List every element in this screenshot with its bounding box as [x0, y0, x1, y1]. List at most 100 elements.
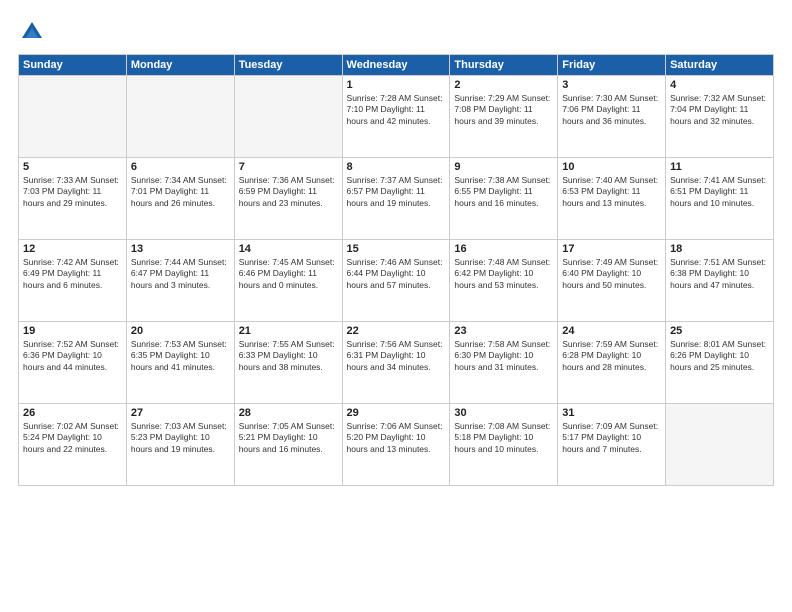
calendar-cell: 8 Sunrise: 7:37 AM Sunset: 6:57 PM Daylig… [342, 158, 450, 240]
day-number: 2 [454, 79, 553, 91]
calendar-cell: 13Sunrise: 7:44 AM Sunset: 6:47 PM Dayli… [126, 240, 234, 322]
calendar-cell: 26Sunrise: 7:02 AM Sunset: 5:24 PM Dayli… [19, 404, 127, 486]
day-number: 21 [239, 325, 338, 337]
day-info: Sunrise: 7:38 AM Sunset: 6:55 PM Dayligh… [454, 175, 553, 209]
calendar-cell: 1 Sunrise: 7:28 AM Sunset: 7:10 PM Daylig… [342, 76, 450, 158]
day-header-friday: Friday [558, 55, 666, 76]
day-number: 3 [562, 79, 661, 91]
calendar-header-row: SundayMondayTuesdayWednesdayThursdayFrid… [19, 55, 774, 76]
calendar-cell: 10 Sunrise: 7:40 AM Sunset: 6:53 PM Dayli… [558, 158, 666, 240]
day-number: 10 [562, 161, 661, 173]
day-header-sunday: Sunday [19, 55, 127, 76]
calendar-cell: 9 Sunrise: 7:38 AM Sunset: 6:55 PM Daylig… [450, 158, 558, 240]
day-info: Sunrise: 7:36 AM Sunset: 6:59 PM Dayligh… [239, 175, 338, 209]
day-number: 23 [454, 325, 553, 337]
day-info: Sunrise: 7:40 AM Sunset: 6:53 PM Dayligh… [562, 175, 661, 209]
day-number: 29 [347, 407, 446, 419]
calendar-cell [234, 76, 342, 158]
day-number: 7 [239, 161, 338, 173]
day-number: 6 [131, 161, 230, 173]
day-number: 19 [23, 325, 122, 337]
day-number: 27 [131, 407, 230, 419]
day-number: 24 [562, 325, 661, 337]
day-header-monday: Monday [126, 55, 234, 76]
day-number: 14 [239, 243, 338, 255]
calendar-cell [19, 76, 127, 158]
day-number: 1 [347, 79, 446, 91]
day-info: Sunrise: 7:06 AM Sunset: 5:20 PM Dayligh… [347, 421, 446, 455]
calendar-cell: 20 Sunrise: 7:53 AM Sunset: 6:35 PM Dayli… [126, 322, 234, 404]
day-header-saturday: Saturday [666, 55, 774, 76]
calendar-cell: 17 Sunrise: 7:49 AM Sunset: 6:40 PM Dayli… [558, 240, 666, 322]
calendar-cell [666, 404, 774, 486]
calendar-cell: 18 Sunrise: 7:51 AM Sunset: 6:38 PM Dayli… [666, 240, 774, 322]
calendar-cell: 15 Sunrise: 7:46 AM Sunset: 6:44 PM Dayli… [342, 240, 450, 322]
calendar-cell: 24 Sunrise: 7:59 AM Sunset: 6:28 PM Dayli… [558, 322, 666, 404]
day-number: 17 [562, 243, 661, 255]
day-header-wednesday: Wednesday [342, 55, 450, 76]
day-header-thursday: Thursday [450, 55, 558, 76]
calendar-cell: 29 Sunrise: 7:06 AM Sunset: 5:20 PM Dayli… [342, 404, 450, 486]
day-info: Sunrise: 7:09 AM Sunset: 5:17 PM Dayligh… [562, 421, 661, 455]
week-row-3: 12 Sunrise: 7:42 AM Sunset: 6:49 PM Dayli… [19, 240, 774, 322]
day-info: Sunrise: 7:53 AM Sunset: 6:35 PM Dayligh… [131, 339, 230, 373]
day-info: Sunrise: 8:01 AM Sunset: 6:26 PM Dayligh… [670, 339, 769, 373]
day-info: Sunrise: 7:46 AM Sunset: 6:44 PM Dayligh… [347, 257, 446, 291]
logo [18, 18, 50, 46]
calendar-cell: 2 Sunrise: 7:29 AM Sunset: 7:08 PM Daylig… [450, 76, 558, 158]
calendar-cell: 23 Sunrise: 7:58 AM Sunset: 6:30 PM Dayli… [450, 322, 558, 404]
calendar-cell: 7 Sunrise: 7:36 AM Sunset: 6:59 PM Daylig… [234, 158, 342, 240]
calendar-cell: 27Sunrise: 7:03 AM Sunset: 5:23 PM Dayli… [126, 404, 234, 486]
calendar-cell: 22 Sunrise: 7:56 AM Sunset: 6:31 PM Dayli… [342, 322, 450, 404]
day-header-tuesday: Tuesday [234, 55, 342, 76]
day-number: 22 [347, 325, 446, 337]
calendar-cell: 12 Sunrise: 7:42 AM Sunset: 6:49 PM Dayli… [19, 240, 127, 322]
day-info: Sunrise: 7:42 AM Sunset: 6:49 PM Dayligh… [23, 257, 122, 291]
day-info: Sunrise: 7:30 AM Sunset: 7:06 PM Dayligh… [562, 93, 661, 127]
day-info: Sunrise: 7:58 AM Sunset: 6:30 PM Dayligh… [454, 339, 553, 373]
week-row-1: 1 Sunrise: 7:28 AM Sunset: 7:10 PM Daylig… [19, 76, 774, 158]
day-number: 28 [239, 407, 338, 419]
day-info: Sunrise: 7:32 AM Sunset: 7:04 PM Dayligh… [670, 93, 769, 127]
day-info: Sunrise: 7:08 AM Sunset: 5:18 PM Dayligh… [454, 421, 553, 455]
day-number: 9 [454, 161, 553, 173]
calendar-cell: 3 Sunrise: 7:30 AM Sunset: 7:06 PM Daylig… [558, 76, 666, 158]
day-number: 13 [131, 243, 230, 255]
day-info: Sunrise: 7:05 AM Sunset: 5:21 PM Dayligh… [239, 421, 338, 455]
day-info: Sunrise: 7:59 AM Sunset: 6:28 PM Dayligh… [562, 339, 661, 373]
day-number: 15 [347, 243, 446, 255]
day-number: 26 [23, 407, 122, 419]
day-info: Sunrise: 7:33 AM Sunset: 7:03 PM Dayligh… [23, 175, 122, 209]
day-info: Sunrise: 7:55 AM Sunset: 6:33 PM Dayligh… [239, 339, 338, 373]
calendar-cell: 11Sunrise: 7:41 AM Sunset: 6:51 PM Dayli… [666, 158, 774, 240]
day-info: Sunrise: 7:45 AM Sunset: 6:46 PM Dayligh… [239, 257, 338, 291]
day-number: 18 [670, 243, 769, 255]
calendar-cell: 5Sunrise: 7:33 AM Sunset: 7:03 PM Daylig… [19, 158, 127, 240]
week-row-5: 26Sunrise: 7:02 AM Sunset: 5:24 PM Dayli… [19, 404, 774, 486]
calendar: SundayMondayTuesdayWednesdayThursdayFrid… [18, 54, 774, 486]
calendar-cell: 28 Sunrise: 7:05 AM Sunset: 5:21 PM Dayli… [234, 404, 342, 486]
day-info: Sunrise: 7:41 AM Sunset: 6:51 PM Dayligh… [670, 175, 769, 209]
day-number: 16 [454, 243, 553, 255]
calendar-cell [126, 76, 234, 158]
calendar-cell: 4 Sunrise: 7:32 AM Sunset: 7:04 PM Daylig… [666, 76, 774, 158]
day-info: Sunrise: 7:51 AM Sunset: 6:38 PM Dayligh… [670, 257, 769, 291]
day-info: Sunrise: 7:56 AM Sunset: 6:31 PM Dayligh… [347, 339, 446, 373]
calendar-cell: 21 Sunrise: 7:55 AM Sunset: 6:33 PM Dayli… [234, 322, 342, 404]
calendar-cell: 30Sunrise: 7:08 AM Sunset: 5:18 PM Dayli… [450, 404, 558, 486]
page: SundayMondayTuesdayWednesdayThursdayFrid… [0, 0, 792, 612]
calendar-cell: 25 Sunrise: 8:01 AM Sunset: 6:26 PM Dayli… [666, 322, 774, 404]
day-number: 25 [670, 325, 769, 337]
day-info: Sunrise: 7:28 AM Sunset: 7:10 PM Dayligh… [347, 93, 446, 127]
calendar-cell: 19Sunrise: 7:52 AM Sunset: 6:36 PM Dayli… [19, 322, 127, 404]
day-info: Sunrise: 7:48 AM Sunset: 6:42 PM Dayligh… [454, 257, 553, 291]
day-number: 12 [23, 243, 122, 255]
day-info: Sunrise: 7:49 AM Sunset: 6:40 PM Dayligh… [562, 257, 661, 291]
header [18, 18, 774, 46]
day-number: 8 [347, 161, 446, 173]
day-info: Sunrise: 7:29 AM Sunset: 7:08 PM Dayligh… [454, 93, 553, 127]
day-info: Sunrise: 7:37 AM Sunset: 6:57 PM Dayligh… [347, 175, 446, 209]
day-number: 20 [131, 325, 230, 337]
calendar-cell: 16 Sunrise: 7:48 AM Sunset: 6:42 PM Dayli… [450, 240, 558, 322]
day-number: 4 [670, 79, 769, 91]
